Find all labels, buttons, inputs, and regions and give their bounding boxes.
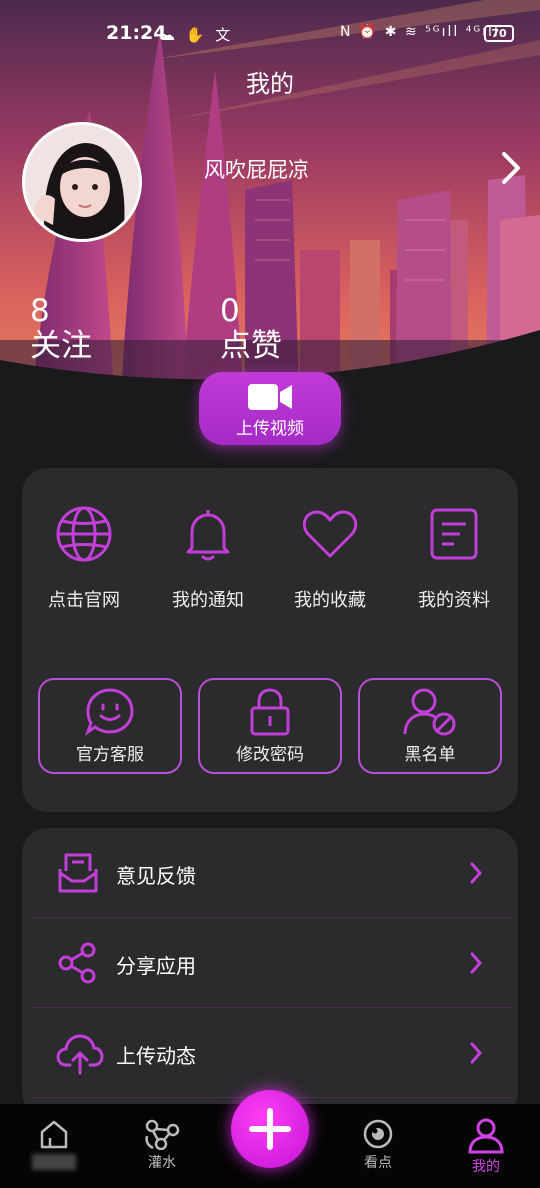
list-item-feedback[interactable]: 意见反馈 (22, 828, 518, 918)
system-status-icons: N ⏰ ✱ ≋ ⁵ᴳıll ⁴ᴳıll (340, 24, 500, 40)
plus-icon (249, 1108, 291, 1150)
upload-video-label: 上传视频 (236, 419, 304, 439)
quick-actions-card: 点击官网 我的通知 我的收藏 我的资料 官方客服 修改密码 黑名单 (22, 468, 518, 812)
nav-item-label-blurred (32, 1154, 76, 1170)
chevron-right-icon[interactable] (496, 148, 526, 188)
settings-list-card: 意见反馈 分享应用 上传动态 (22, 828, 518, 1118)
quick-item-label: 点击官网 (48, 590, 120, 611)
nav-item-label: 灌水 (148, 1155, 176, 1171)
tile-label: 修改密码 (236, 745, 304, 765)
upload-video-button[interactable]: 上传视频 (199, 372, 341, 445)
tile-label: 黑名单 (404, 745, 456, 765)
quick-item-notifications[interactable]: 我的通知 (148, 504, 268, 612)
nav-item-label: 看点 (364, 1155, 392, 1171)
follow-count: 8 (30, 293, 50, 329)
avatar-photo (25, 125, 139, 239)
status-time: 21:24 (106, 22, 167, 44)
nodes-icon (145, 1119, 180, 1150)
chevron-right-icon (470, 952, 483, 974)
nav-item-watch[interactable]: 看点 (338, 1118, 418, 1172)
cloud-upload-icon (56, 1034, 104, 1075)
battery-icon: 70 (484, 25, 514, 42)
globe-icon (56, 506, 112, 562)
username[interactable]: 风吹屁屁凉 (204, 154, 309, 184)
tile-label: 官方客服 (76, 745, 144, 765)
quick-item-profile-info[interactable]: 我的资料 (394, 504, 514, 612)
home-icon (40, 1120, 68, 1149)
nav-item-water[interactable]: 灌水 (122, 1118, 202, 1172)
block-user-icon (403, 688, 456, 736)
avatar[interactable] (22, 122, 142, 242)
heart-icon (302, 510, 358, 558)
page-title: 我的 (246, 70, 294, 98)
likes-stat[interactable]: 0 点赞 (220, 294, 282, 364)
bell-icon (186, 510, 230, 561)
lock-icon (250, 688, 290, 736)
document-icon (430, 508, 478, 560)
nav-item-label: 我的 (472, 1159, 500, 1175)
feedback-icon (58, 853, 98, 893)
list-item-label: 意见反馈 (116, 864, 196, 888)
status-bar: 21:24 ☁ ✋ 文 N ⏰ ✱ ≋ ⁵ᴳıll ⁴ᴳıll 70 (0, 18, 540, 50)
tile-change-password[interactable]: 修改密码 (198, 678, 342, 774)
quick-item-label: 我的通知 (172, 590, 244, 611)
follow-label: 关注 (30, 328, 92, 364)
quick-item-favorites[interactable]: 我的收藏 (270, 504, 390, 612)
user-icon (468, 1118, 504, 1154)
center-add-button[interactable] (231, 1090, 309, 1168)
nav-item-home[interactable] (14, 1118, 94, 1174)
list-item-upload-post[interactable]: 上传动态 (22, 1008, 518, 1098)
share-icon (58, 942, 96, 984)
likes-label: 点赞 (220, 328, 282, 364)
eye-icon (363, 1119, 393, 1149)
tile-blacklist[interactable]: 黑名单 (358, 678, 502, 774)
video-camera-icon (248, 384, 292, 410)
nav-item-me[interactable]: 我的 (446, 1118, 526, 1176)
quick-item-official-site[interactable]: 点击官网 (24, 504, 144, 612)
profile-header: 21:24 ☁ ✋ 文 N ⏰ ✱ ≋ ⁵ᴳıll ⁴ᴳıll 70 我的 风吹… (0, 0, 540, 420)
list-item-label: 分享应用 (116, 954, 196, 978)
likes-count: 0 (220, 293, 240, 329)
quick-item-label: 我的收藏 (294, 590, 366, 611)
quick-item-label: 我的资料 (418, 590, 490, 611)
smile-chat-icon (85, 688, 134, 736)
notification-icons: ☁ ✋ 文 (160, 26, 234, 44)
list-item-label: 上传动态 (116, 1044, 196, 1068)
list-item-share-app[interactable]: 分享应用 (22, 918, 518, 1008)
tile-customer-service[interactable]: 官方客服 (38, 678, 182, 774)
chevron-right-icon (470, 1042, 483, 1064)
follow-stat[interactable]: 8 关注 (30, 294, 92, 364)
chevron-right-icon (470, 862, 483, 884)
